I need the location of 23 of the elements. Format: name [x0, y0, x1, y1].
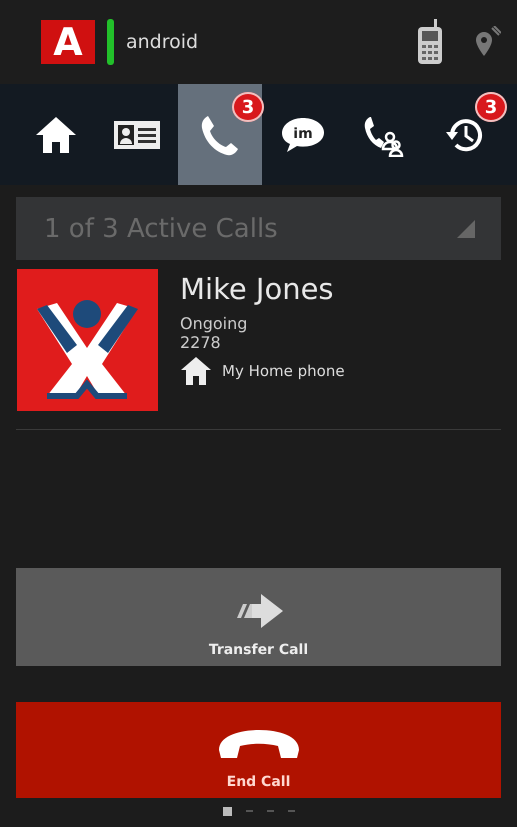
phone-handset-icon [200, 114, 240, 156]
transfer-call-button[interactable]: Transfer Call [16, 568, 501, 666]
status-indicator [107, 19, 114, 65]
location-pin-icon [475, 26, 501, 58]
mobile-phone-icon [417, 19, 443, 65]
phone-type: My Home phone [222, 362, 345, 380]
phone-handset-icon [216, 728, 300, 760]
call-status: Ongoing [180, 314, 248, 333]
count-badge: 3 [232, 92, 264, 122]
contact-name: Mike Jones [180, 272, 335, 306]
count-badge: 3 [475, 92, 507, 122]
phone-number: 2278 [180, 333, 222, 352]
house-icon [180, 356, 212, 386]
contact-card-icon [113, 120, 161, 150]
nav-tab[interactable]: 3 [178, 84, 262, 185]
nav-tab[interactable]: 3 [425, 84, 505, 185]
speech-bubble-icon: im [280, 116, 326, 154]
nav-tab[interactable]: im [263, 84, 343, 185]
end-call-button[interactable]: End Call [16, 702, 501, 798]
dropdown-corner-icon [457, 220, 475, 238]
app-title: android [126, 31, 198, 53]
home-icon [34, 114, 78, 154]
app-logo: A [41, 20, 95, 64]
